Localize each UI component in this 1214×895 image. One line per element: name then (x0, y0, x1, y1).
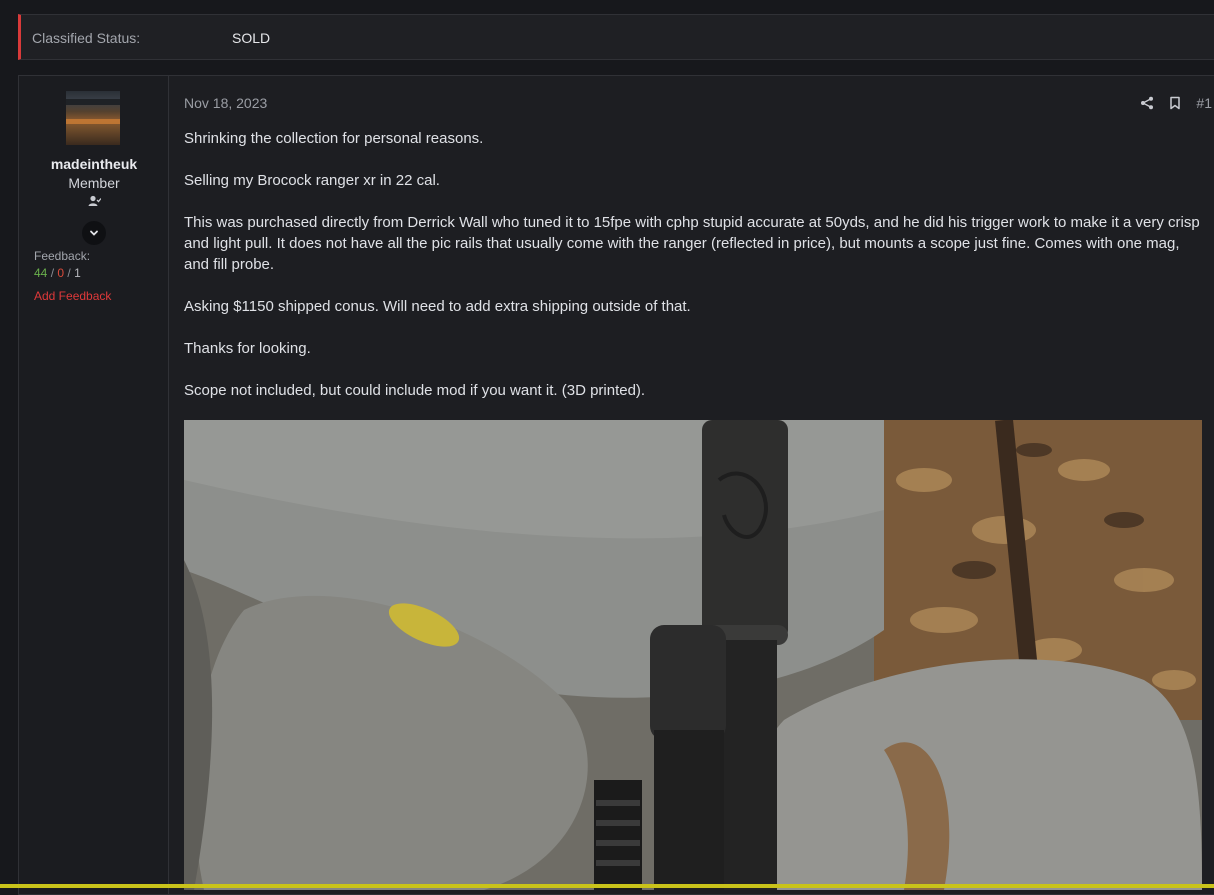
user-title: Member (68, 175, 120, 191)
bottom-highlight-strip (0, 884, 1214, 888)
user-icon (88, 195, 101, 206)
feedback-positive-count[interactable]: 44 (34, 266, 47, 280)
feedback-counts: 44 / 0 / 1 (34, 266, 81, 280)
add-feedback-link[interactable]: Add Feedback (34, 289, 111, 303)
classified-status-label: Classified Status: (32, 30, 141, 46)
username-link[interactable]: madeintheuk (19, 156, 169, 172)
classified-status-value: SOLD (232, 30, 271, 46)
share-icon[interactable] (1140, 96, 1154, 110)
user-sidebar: madeintheuk Member Feedback: 44 / 0 / 1 … (19, 76, 169, 894)
feedback-negative-count[interactable]: 1 (74, 266, 81, 280)
post-paragraph: Thanks for looking. (184, 340, 311, 357)
feedback-label: Feedback: (34, 249, 91, 263)
bookmark-icon[interactable] (1168, 96, 1182, 110)
post-body: Shrinking the collection for personal re… (184, 128, 1204, 422)
post-paragraph: Asking $1150 shipped conus. Will need to… (184, 298, 691, 315)
expand-user-info-button[interactable] (82, 221, 106, 245)
post-number-link[interactable]: #1 (1196, 95, 1212, 111)
post-message: madeintheuk Member Feedback: 44 / 0 / 1 … (18, 75, 1214, 895)
avatar[interactable] (66, 91, 120, 145)
post-paragraph: Shrinking the collection for personal re… (184, 130, 484, 147)
post-actions: #1 (1140, 95, 1212, 111)
attached-photo[interactable] (184, 420, 1202, 890)
classified-status-bar: Classified Status: SOLD (18, 14, 1214, 60)
post-paragraph: Scope not included, but could include mo… (184, 382, 646, 399)
chevron-down-icon (90, 230, 98, 236)
post-date[interactable]: Nov 18, 2023 (184, 95, 267, 111)
post-paragraph: Selling my Brocock ranger xr in 22 cal. (184, 172, 440, 189)
post-paragraph: This was purchased directly from Derrick… (184, 214, 1200, 273)
feedback-neutral-count[interactable]: 0 (57, 266, 64, 280)
